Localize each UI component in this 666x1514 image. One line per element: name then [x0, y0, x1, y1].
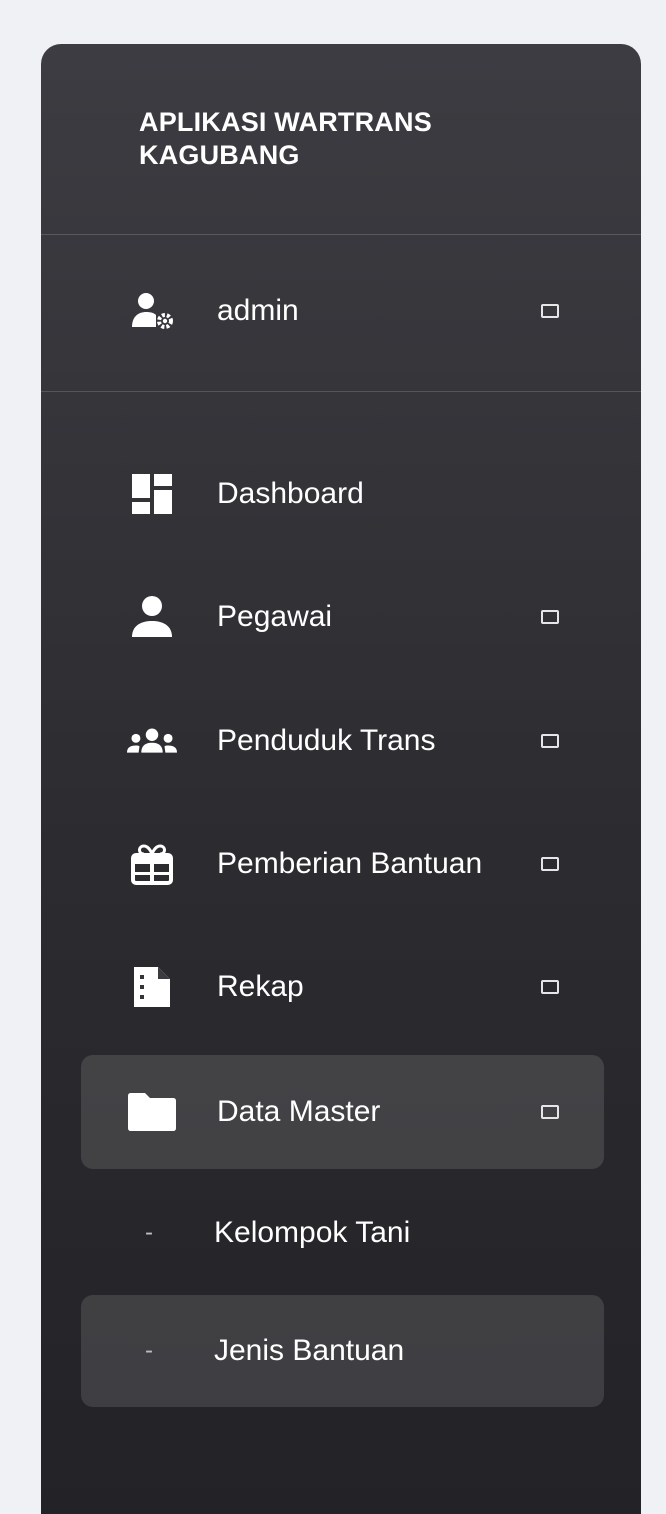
- submenu-item-kelompok-tani[interactable]: - Kelompok Tani: [81, 1177, 604, 1289]
- expand-icon[interactable]: [541, 734, 559, 748]
- menu-item-rekap[interactable]: Rekap: [81, 930, 604, 1044]
- menu-item-pemberian-bantuan[interactable]: Pemberian Bantuan: [81, 807, 604, 921]
- menu-label: Rekap: [217, 970, 304, 1003]
- submenu-item-jenis-bantuan[interactable]: - Jenis Bantuan: [81, 1295, 604, 1407]
- menu-item-dashboard[interactable]: Dashboard: [81, 437, 604, 551]
- app-title-line-1: APLIKASI WARTRANS: [139, 107, 432, 137]
- submenu-marker: -: [145, 1337, 153, 1364]
- menu-item-penduduk-trans[interactable]: Penduduk Trans: [81, 684, 604, 798]
- submenu-label: Jenis Bantuan: [214, 1334, 405, 1367]
- sidebar: APLIKASI WARTRANS KAGUBANG admin Dashboa…: [41, 44, 641, 1514]
- user-menu[interactable]: admin: [81, 254, 604, 368]
- app-brand[interactable]: APLIKASI WARTRANS KAGUBANG: [139, 106, 579, 172]
- menu-label: Pegawai: [217, 600, 333, 633]
- gift-icon: [127, 843, 177, 885]
- divider: [41, 391, 641, 392]
- menu-item-pegawai[interactable]: Pegawai: [81, 560, 604, 674]
- menu-label: Penduduk Trans: [217, 724, 436, 757]
- submenu-marker: -: [145, 1219, 153, 1246]
- user-icon: [127, 596, 177, 638]
- collapse-icon[interactable]: [541, 1105, 559, 1119]
- user-gear-icon: [127, 290, 177, 332]
- folder-icon: [127, 1091, 177, 1133]
- submenu-label: Kelompok Tani: [214, 1216, 411, 1249]
- divider: [41, 234, 641, 235]
- menu-label: Pemberian Bantuan: [217, 847, 483, 880]
- expand-icon[interactable]: [541, 980, 559, 994]
- expand-icon[interactable]: [541, 304, 559, 318]
- menu-label: Dashboard: [217, 477, 364, 510]
- menu-item-data-master[interactable]: Data Master: [81, 1055, 604, 1169]
- users-icon: [127, 720, 177, 762]
- user-name: admin: [217, 294, 299, 327]
- dashboard-icon: [127, 473, 177, 515]
- app-title-line-2: KAGUBANG: [139, 140, 300, 170]
- file-icon: [127, 966, 177, 1008]
- expand-icon[interactable]: [541, 857, 559, 871]
- expand-icon[interactable]: [541, 610, 559, 624]
- menu-label: Data Master: [217, 1095, 381, 1128]
